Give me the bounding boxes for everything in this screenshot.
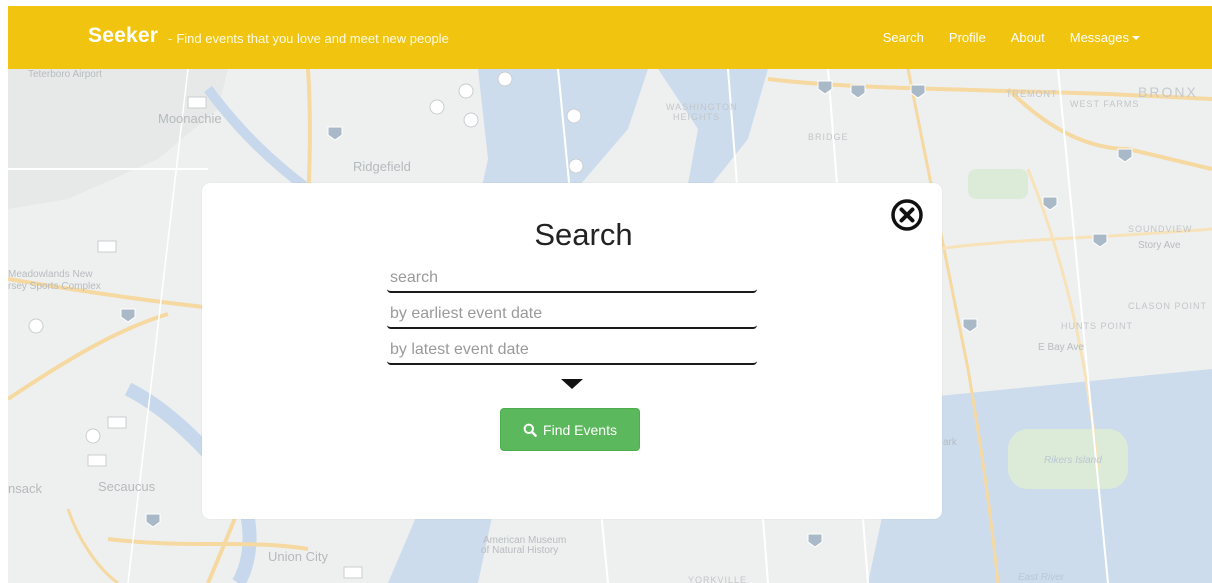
map-label: CLASON POINT (1128, 301, 1208, 311)
map-label: HUNTS POINT (1061, 321, 1134, 331)
map-label: TREMONT (1006, 89, 1058, 99)
map-label: Ridgefield (353, 159, 411, 174)
map-label: of Natural History (481, 545, 559, 556)
nav-messages-dropdown[interactable]: Messages (1070, 30, 1140, 45)
top-navbar: Seeker - Find events that you love and me… (8, 6, 1212, 69)
map-label: nsack (8, 481, 42, 496)
brand-tagline: - Find events that you love and meet new … (168, 31, 449, 46)
map-label: SOUNDVIEW (1128, 224, 1193, 234)
nav-messages-label: Messages (1069, 30, 1129, 45)
map-label: Moonachie (158, 111, 222, 126)
map-label: E Bay Ave (1038, 342, 1084, 353)
nav-about-link[interactable]: About (1011, 30, 1045, 45)
map-label: Union City (268, 549, 328, 564)
map-label: East River (1018, 572, 1065, 583)
map-label: BRIDGE (808, 132, 849, 142)
search-input[interactable] (387, 265, 757, 293)
brand-logo[interactable]: Seeker (88, 24, 158, 48)
search-modal: Search Find Events (202, 183, 942, 519)
latest-date-input[interactable] (387, 337, 757, 365)
modal-title: Search (534, 217, 633, 252)
map-label: Rikers Island (1044, 455, 1102, 466)
search-icon (523, 423, 537, 437)
page: Teterboro Airport Moonachie Ridgefield M… (0, 0, 1212, 583)
expand-options-caret-down-icon[interactable] (561, 379, 583, 389)
find-events-label: Find Events (543, 421, 617, 438)
map-label: YORKVILLE (688, 575, 748, 583)
nav-links: Search Profile About Messages (858, 30, 1140, 45)
nav-profile-link[interactable]: Profile (949, 30, 986, 45)
nav-search-link[interactable]: Search (883, 30, 924, 45)
caret-down-icon (1132, 36, 1140, 40)
map-label: Teterboro Airport (28, 69, 102, 80)
map-label: BRONX (1138, 84, 1198, 100)
map-label: rsey Sports Complex (8, 281, 101, 292)
map-label: Story Ave (1138, 240, 1181, 251)
find-events-button[interactable]: Find Events (500, 408, 640, 451)
map-label: WASHINGTON (666, 102, 738, 112)
map-label: Secaucus (98, 479, 156, 494)
map-label: WEST FARMS (1070, 99, 1140, 109)
tagline-text: Find events that you love and meet new p… (176, 31, 449, 46)
map-label: Meadowlands New (8, 269, 93, 280)
map-label: HEIGHTS (673, 112, 721, 122)
earliest-date-input[interactable] (387, 301, 757, 329)
map-label: ark (943, 437, 957, 448)
